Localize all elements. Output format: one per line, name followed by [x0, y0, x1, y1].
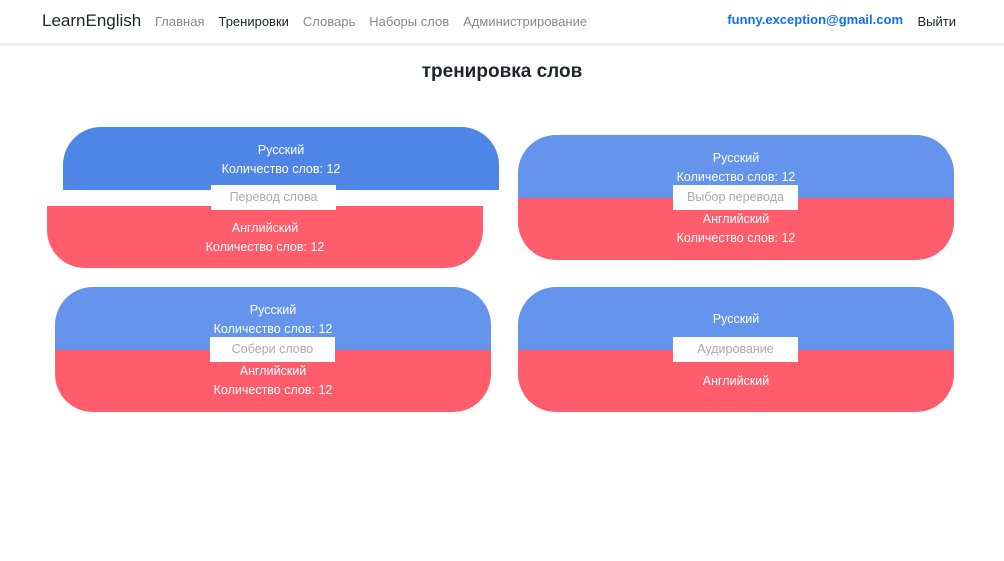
nav-link-trainings[interactable]: Тренировки	[218, 14, 288, 29]
top-language: Русский	[249, 303, 297, 317]
mode-button-build-word[interactable]: Собери слово	[210, 337, 335, 362]
top-language: Русский	[712, 151, 760, 165]
navbar: LearnEnglish Главная Тренировки Словарь …	[0, 0, 1004, 44]
training-card-build-word[interactable]: Русский Количество слов: 12 Английский К…	[55, 287, 491, 412]
bottom-word-count: Количество слов: 12	[676, 231, 796, 245]
bottom-language: Английский	[231, 221, 299, 235]
brand-logo[interactable]: LearnEnglish	[42, 11, 141, 31]
nav-link-dictionary[interactable]: Словарь	[303, 14, 355, 29]
bottom-language: Английский	[702, 374, 770, 388]
nav-link-admin[interactable]: Администрирование	[463, 14, 587, 29]
bottom-language: Английский	[702, 212, 770, 226]
training-card-translation-choice[interactable]: Русский Количество слов: 12 Английский К…	[518, 135, 954, 260]
training-card-word-translation[interactable]: Русский Количество слов: 12 Английский К…	[47, 127, 499, 268]
mode-button-word-translation[interactable]: Перевод слова	[211, 185, 336, 210]
card-top-half: Русский Количество слов: 12	[63, 127, 499, 190]
card-bottom-half: Английский Количество слов: 12	[47, 206, 483, 268]
bottom-word-count: Количество слов: 12	[205, 240, 325, 254]
nav-links: Главная Тренировки Словарь Наборы слов А…	[155, 14, 587, 29]
top-word-count: Количество слов: 12	[221, 162, 341, 176]
bottom-language: Английский	[239, 364, 307, 378]
page-title: тренировка слов	[421, 61, 583, 82]
nav-link-word-sets[interactable]: Наборы слов	[369, 14, 449, 29]
bottom-word-count: Количество слов: 12	[213, 383, 333, 397]
top-language: Русский	[257, 143, 305, 157]
user-email[interactable]: funny.exception@gmail.com	[727, 12, 903, 27]
logout-link[interactable]: Выйти	[918, 14, 957, 29]
mode-button-listening[interactable]: Аудирование	[673, 337, 798, 362]
mode-button-translation-choice[interactable]: Выбор перевода	[673, 185, 798, 210]
nav-link-home[interactable]: Главная	[155, 14, 204, 29]
training-card-listening[interactable]: Русский Английский Аудирование	[518, 287, 954, 412]
top-language: Русский	[712, 312, 760, 326]
